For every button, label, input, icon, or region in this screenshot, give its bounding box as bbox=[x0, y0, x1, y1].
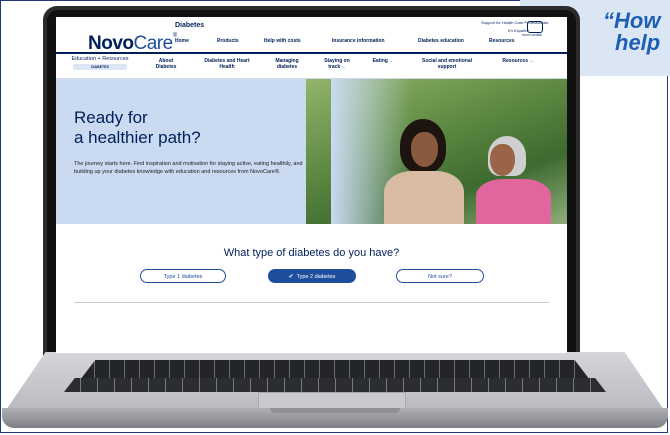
chevron-down-icon: ⌄ bbox=[217, 38, 222, 44]
subnav-managing-diabetes[interactable]: Managing diabetes bbox=[266, 58, 308, 70]
woman-1-face bbox=[411, 132, 438, 167]
chevron-down-icon: ⌄ bbox=[264, 38, 269, 44]
type-1-diabetes-button[interactable]: Type 1 diabetes bbox=[140, 269, 226, 283]
keyboard-row bbox=[64, 378, 606, 392]
subnav-social-emotional-support[interactable]: Social and emotional support bbox=[422, 58, 472, 70]
diabetes-pill: DIABETES bbox=[73, 64, 127, 70]
chevron-down-icon: ⌄ bbox=[529, 58, 534, 64]
diabetes-type-question: What type of diabetes do you have? bbox=[223, 247, 400, 259]
woman-2-face bbox=[490, 144, 515, 176]
section-divider bbox=[74, 302, 549, 303]
chevron-down-icon: ⌄ bbox=[175, 38, 180, 44]
chevron-down-icon: ⌄ bbox=[332, 38, 337, 44]
subnav-staying-on-track[interactable]: Staying on track ⌄ bbox=[322, 58, 352, 70]
laptop-screen: NovoCare® Diabetes Support for Health Ca… bbox=[56, 17, 567, 353]
hero-title: Ready for a healthier path? bbox=[74, 108, 201, 147]
chevron-down-icon: ⌄ bbox=[489, 38, 494, 44]
chevron-down-icon: ⌄ bbox=[341, 64, 346, 70]
subnav-diabetes-heart-health[interactable]: Diabetes and Heart Health bbox=[202, 58, 252, 70]
quote-text: “How help bbox=[603, 10, 660, 54]
woman-2-body bbox=[476, 179, 551, 224]
site-header: NovoCare® Diabetes Support for Health Ca… bbox=[56, 17, 567, 54]
quote-line-2: help bbox=[615, 30, 661, 55]
education-resources-label: Education + Resources DIABETES bbox=[71, 56, 129, 70]
checkmark-icon: ✔ bbox=[288, 274, 294, 280]
novo-nordisk-icon bbox=[527, 21, 543, 33]
laptop-notch bbox=[270, 408, 400, 413]
keyboard bbox=[80, 360, 590, 380]
hero-banner: Ready for a healthier path? The journey … bbox=[56, 79, 567, 224]
chevron-down-icon: ⌄ bbox=[389, 58, 394, 64]
education-subnav: Education + Resources DIABETES About Dia… bbox=[56, 54, 567, 79]
woman-1-body bbox=[384, 171, 464, 224]
hero-body-text: The journey starts here. Find inspiratio… bbox=[74, 161, 303, 175]
subnav-eating[interactable]: Eating ⌄ bbox=[368, 58, 398, 64]
subnav-resources[interactable]: Resources ⌄ bbox=[496, 58, 540, 64]
not-sure-button[interactable]: Not sure? bbox=[396, 269, 484, 283]
type-2-diabetes-button[interactable]: ✔ Type 2 diabetes bbox=[268, 269, 356, 283]
quote-line-1: “How bbox=[603, 8, 661, 33]
novo-nordisk-logo-text: novo nordisk bbox=[522, 33, 542, 37]
subnav-about-diabetes[interactable]: About Diabetes bbox=[148, 58, 184, 70]
site-category: Diabetes bbox=[175, 22, 205, 29]
